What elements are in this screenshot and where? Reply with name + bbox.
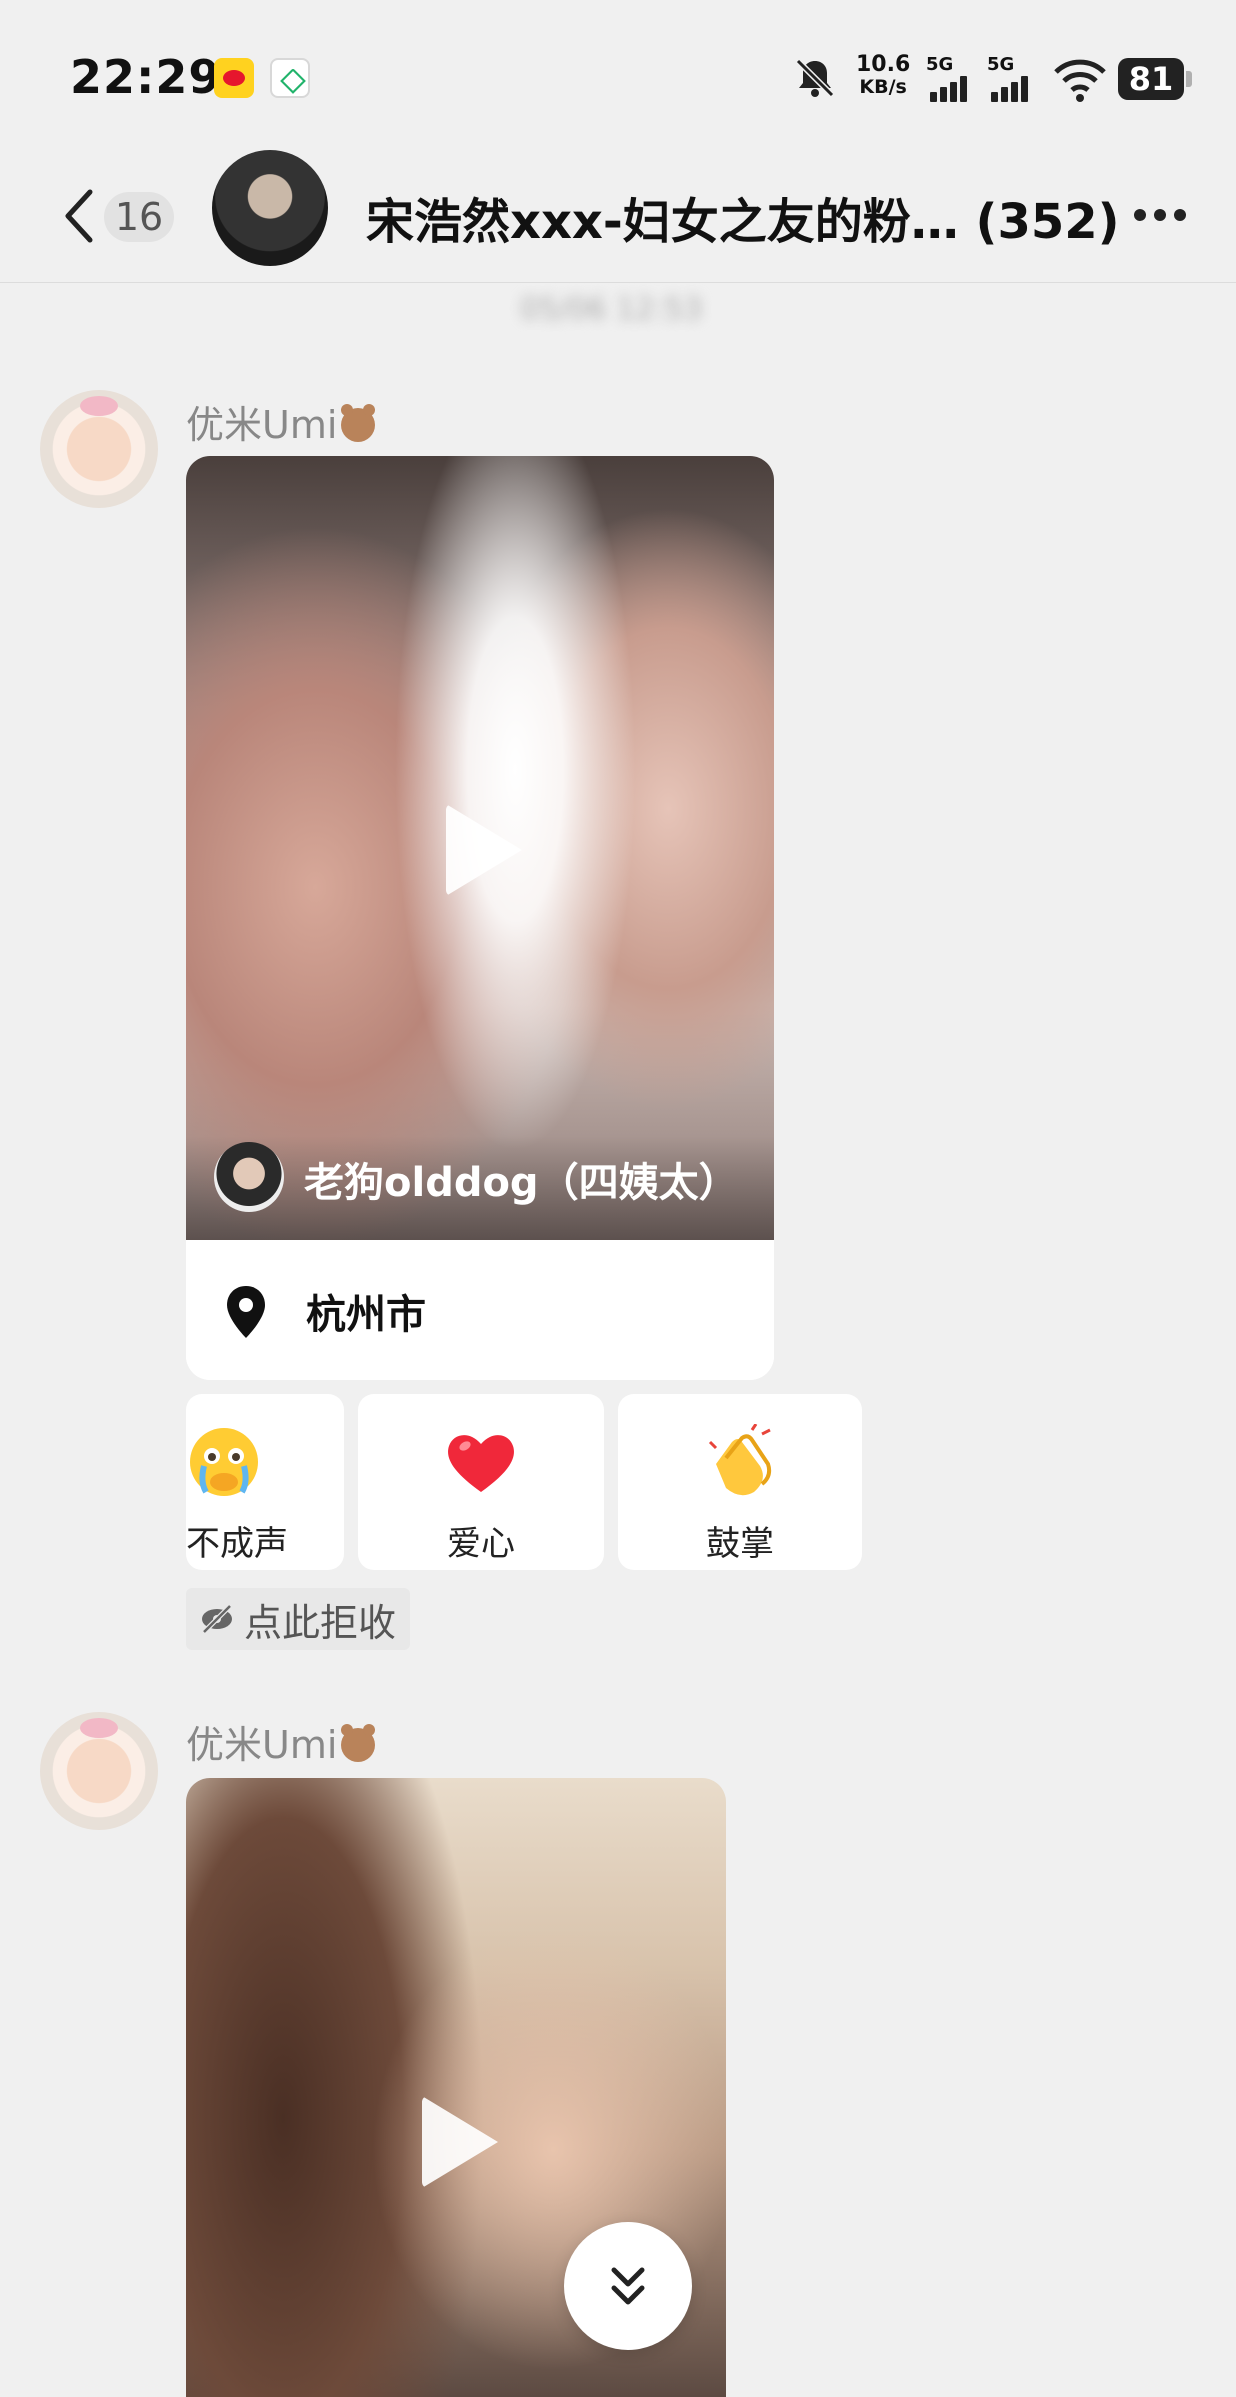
network-speed-value: 10.6 [856,52,911,77]
double-chevron-down-icon [611,2267,645,2305]
cell-signal-2: 5G [987,54,1039,104]
network-speed-unit: KB/s [859,76,907,98]
play-icon[interactable] [446,804,522,896]
smart-home-notification-icon [270,58,310,98]
reaction-label: 不成声 [186,1524,288,1564]
reaction-label: 爱心 [447,1524,515,1564]
red-heart-icon [448,1435,514,1492]
video-author-name: 老狗olddog（四姨太） [304,1160,739,1206]
unread-count-badge[interactable]: 16 [104,192,174,242]
shared-video-card[interactable]: 老狗olddog（四姨太） 杭州市 [186,456,774,1380]
weibo-notification-icon [214,58,254,98]
sender-avatar[interactable] [40,1712,158,1830]
eye-off-icon [202,1604,232,1634]
signal-1-label: 5G [926,54,954,75]
chat-title[interactable]: 宋浩然xxx-妇女之友的粉… (352) [366,182,1120,252]
scroll-to-bottom-button[interactable] [564,2222,692,2350]
crying-face-icon [190,1428,258,1496]
reaction-card-crying[interactable]: 不成声 [186,1394,344,1570]
teddy-bear-icon [341,404,376,442]
wifi-icon [1054,59,1106,102]
sender-avatar[interactable] [40,390,158,508]
sender-name-text: 优米Umi [186,403,338,447]
reaction-card-clap[interactable]: 鼓掌 [618,1394,862,1570]
location-pin-icon [227,1286,265,1338]
video-location-row[interactable]: 杭州市 [186,1240,774,1380]
group-avatar[interactable] [212,150,328,266]
cell-signal-1: 5G [926,54,978,104]
more-options-icon[interactable] [1134,206,1194,225]
video-author-avatar [214,1142,284,1212]
sender-name-text: 优米Umi [186,1723,338,1767]
network-speed: 10.6 KB/s [856,52,911,99]
message-timestamp: 05/06 12:53 [520,292,703,327]
teddy-bear-icon [341,1724,376,1762]
reject-messages-button[interactable]: 点此拒收 [186,1588,411,1650]
clapping-hands-icon [708,1424,772,1496]
location-text: 杭州市 [306,1292,426,1338]
reject-messages-label: 点此拒收 [244,1600,397,1645]
signal-2-label: 5G [987,54,1015,75]
back-arrow-icon[interactable] [60,186,100,246]
reaction-label: 鼓掌 [706,1524,774,1564]
play-icon[interactable] [422,2096,498,2188]
bell-off-icon [795,58,835,98]
sender-name: 优米Umi [186,394,376,449]
reaction-card-heart[interactable]: 爱心 [358,1394,604,1570]
battery-indicator: 81 [1118,58,1192,100]
sender-name: 优米Umi [186,1714,376,1769]
status-time: 22:29 [70,50,222,104]
